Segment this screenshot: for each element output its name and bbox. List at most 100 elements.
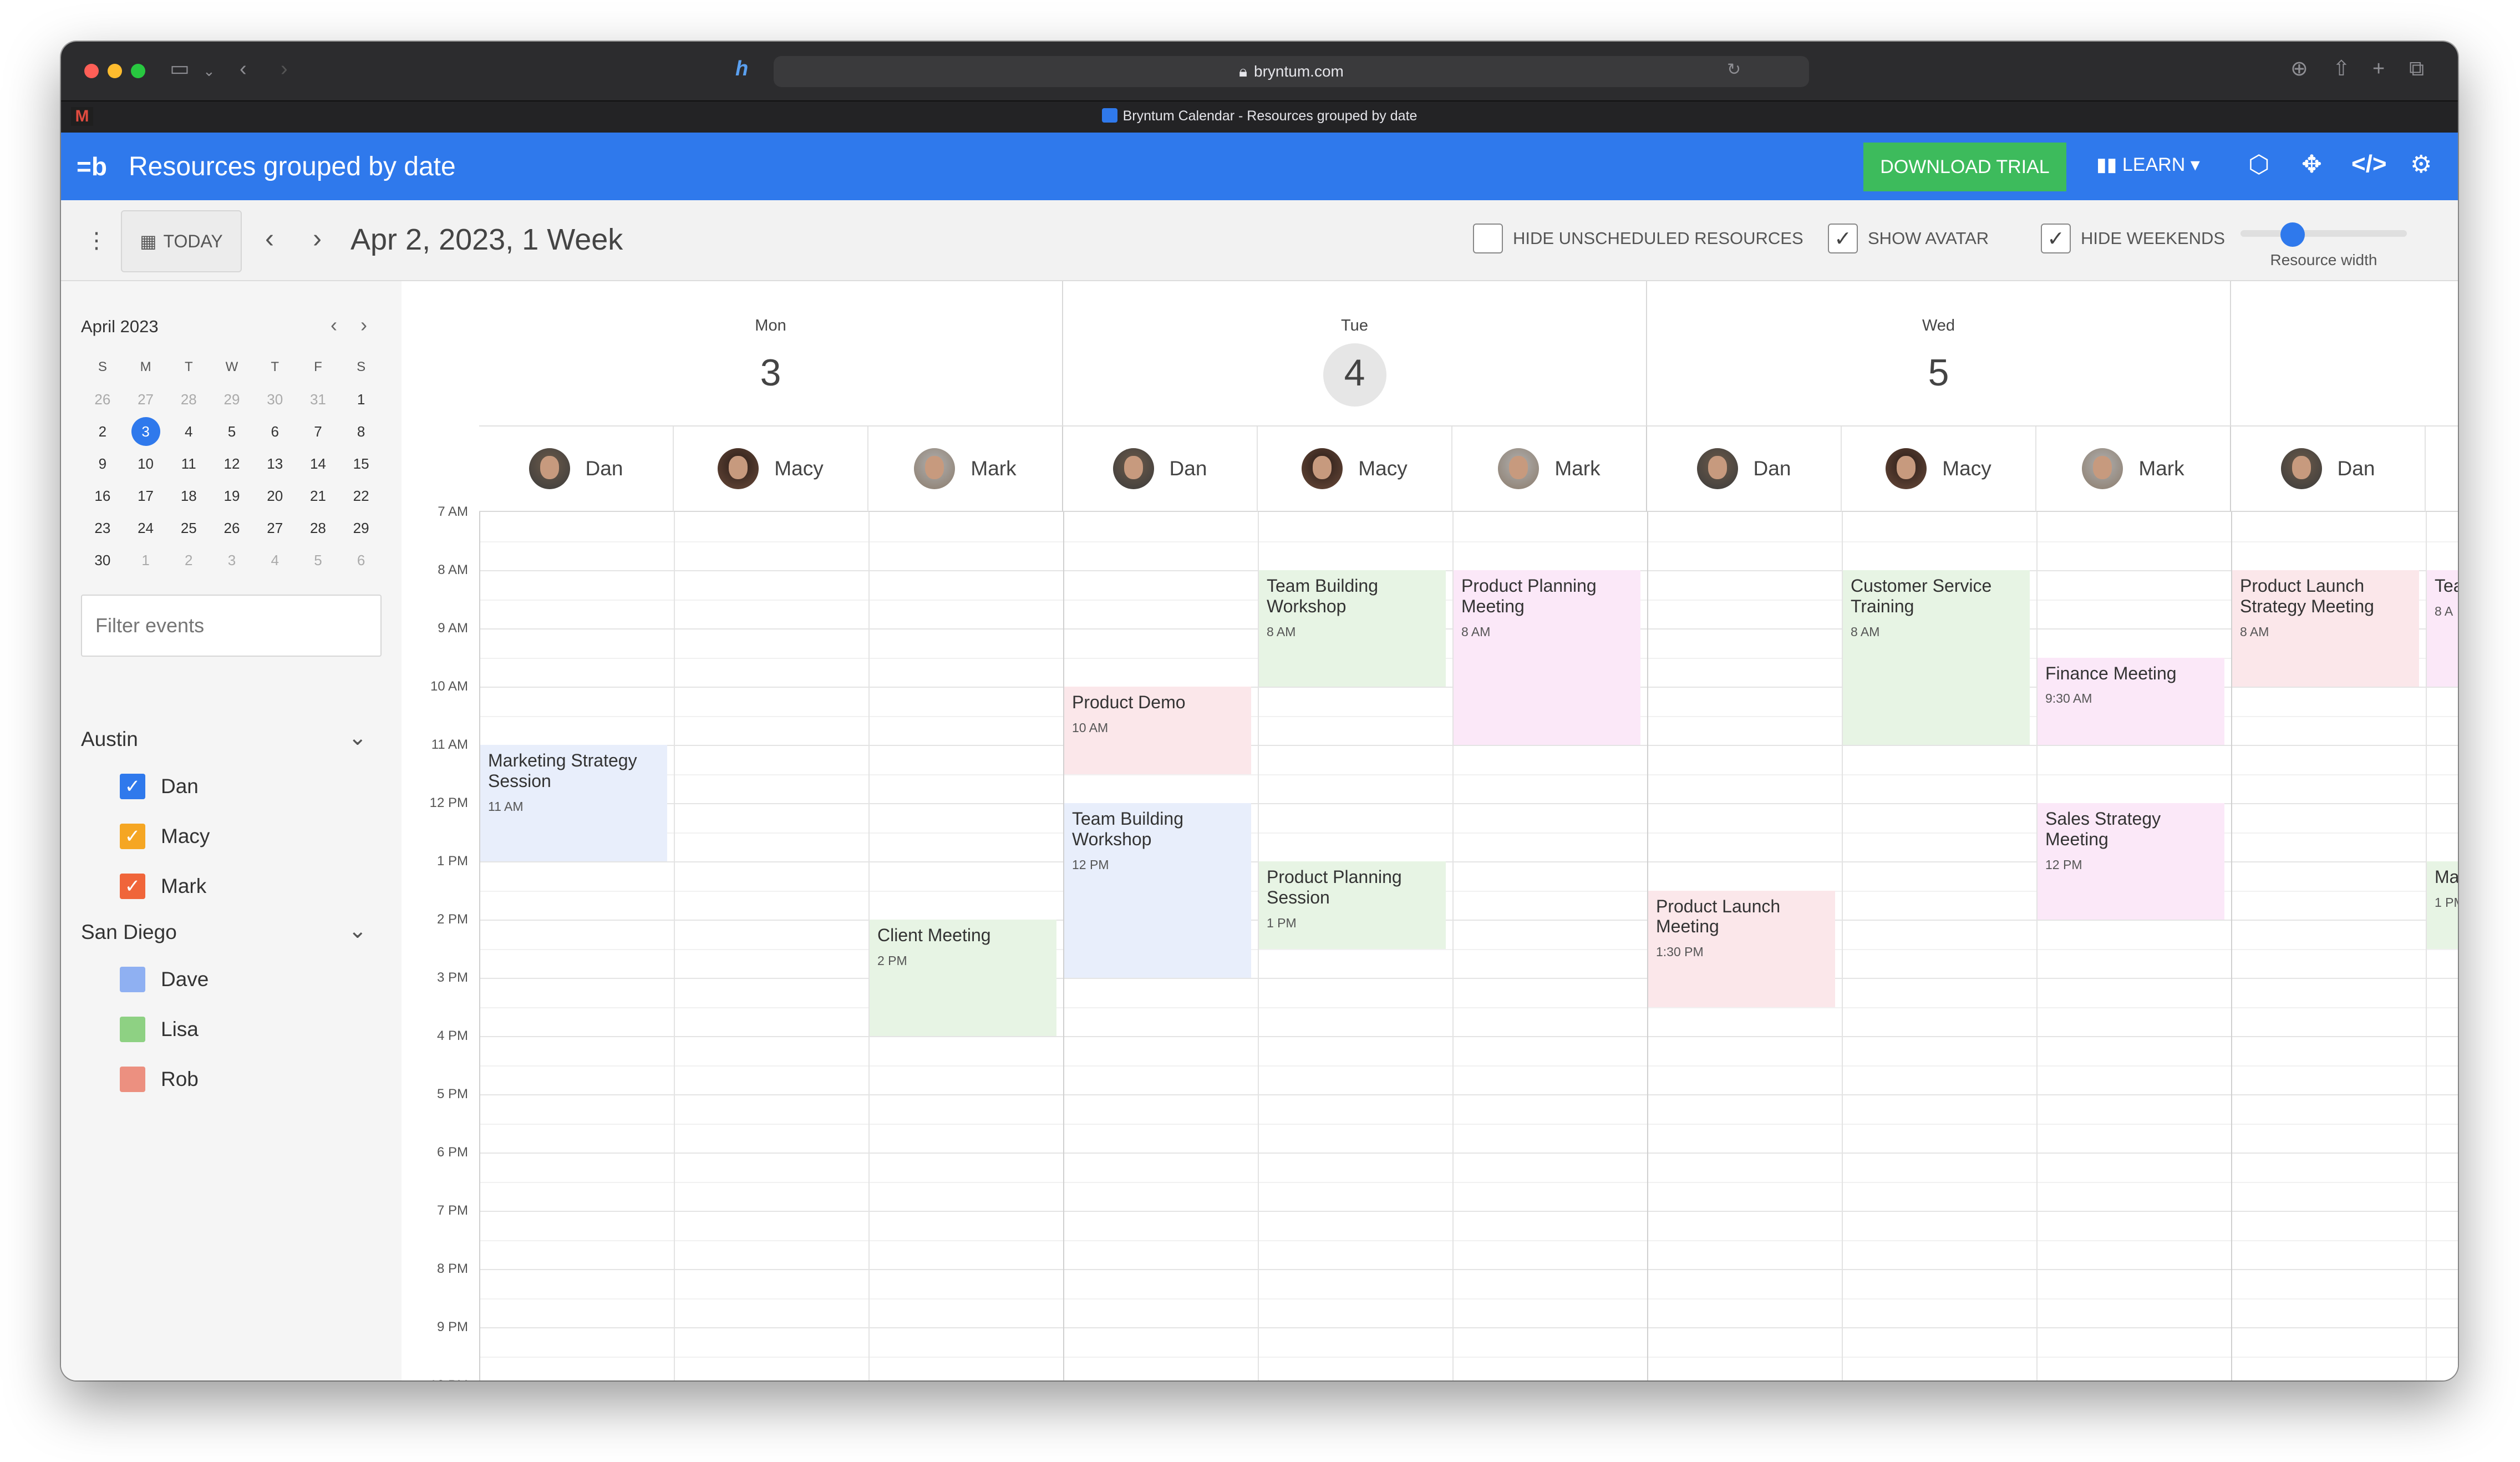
resource-column-header[interactable]: Dan xyxy=(1647,427,1842,512)
extension-icon[interactable]: h xyxy=(735,58,748,79)
chevron-down-icon[interactable]: ⌄ xyxy=(348,918,367,943)
hide-unscheduled-box[interactable] xyxy=(1473,224,1503,253)
calendar-event[interactable]: Team Building Workshop 12 PM xyxy=(1064,803,1251,978)
code-icon[interactable]: </> xyxy=(2351,150,2387,178)
resource-color-swatch[interactable] xyxy=(120,1017,145,1042)
calendar-event[interactable]: Product Planning Meeting 8 AM xyxy=(1454,570,1640,745)
mini-calendar-day[interactable]: 3 xyxy=(210,544,253,576)
day-header[interactable]: Mon 3 xyxy=(479,281,1063,427)
mini-calendar-next-button[interactable]: › xyxy=(360,313,367,337)
mini-calendar-day[interactable]: 28 xyxy=(167,383,210,415)
day-header[interactable]: Wed 5 xyxy=(1647,281,2231,427)
zoom-window-button[interactable] xyxy=(131,64,145,78)
slider-thumb[interactable] xyxy=(2280,222,2305,247)
chevron-down-icon[interactable]: ⌄ xyxy=(348,725,367,750)
mini-calendar-day[interactable]: 6 xyxy=(253,415,297,448)
resource-color-swatch[interactable] xyxy=(120,1067,145,1092)
mini-calendar-day[interactable]: 20 xyxy=(253,480,297,512)
resource-filter-lisa[interactable]: Lisa xyxy=(120,1017,199,1042)
learn-menu-button[interactable]: ▮▮ LEARN ▾ xyxy=(2096,154,2200,176)
mini-calendar-day[interactable]: 15 xyxy=(339,448,383,480)
filter-events-input[interactable] xyxy=(81,595,382,657)
mini-calendar-day[interactable]: 29 xyxy=(339,512,383,544)
mini-calendar-day[interactable]: 9 xyxy=(81,448,124,480)
mini-calendar-day[interactable]: 7 xyxy=(297,415,340,448)
mini-calendar-day[interactable]: 26 xyxy=(210,512,253,544)
mini-calendar-day[interactable]: 18 xyxy=(167,480,210,512)
mini-calendar-prev-button[interactable]: ‹ xyxy=(331,313,337,337)
calendar-event[interactable]: Team Building Workshop 8 AM xyxy=(1259,570,1446,687)
mini-calendar-day[interactable]: 16 xyxy=(81,480,124,512)
settings-gear-icon[interactable]: ⚙ xyxy=(2410,150,2432,179)
mini-calendar-day[interactable]: 27 xyxy=(253,512,297,544)
calendar-event[interactable]: Product Demo 10 AM xyxy=(1064,687,1251,774)
close-window-button[interactable] xyxy=(84,64,99,78)
next-week-button[interactable]: › xyxy=(313,224,322,254)
resource-column-header[interactable] xyxy=(2426,427,2458,512)
calendar-event[interactable]: Finance Meeting 9:30 AM xyxy=(2038,657,2224,745)
today-button[interactable]: ▦ TODAY xyxy=(121,210,242,272)
mini-calendar-day[interactable]: 25 xyxy=(167,512,210,544)
mini-calendar-day[interactable]: 5 xyxy=(297,544,340,576)
mini-calendar-day[interactable]: 12 xyxy=(210,448,253,480)
mini-calendar-day[interactable]: 13 xyxy=(253,448,297,480)
mini-calendar-day[interactable]: 22 xyxy=(339,480,383,512)
mini-calendar-day[interactable]: 31 xyxy=(297,383,340,415)
mini-calendar-day[interactable]: 21 xyxy=(297,480,340,512)
checkmark-icon[interactable]: ✓ xyxy=(120,774,145,799)
mini-calendar-day[interactable]: 6 xyxy=(339,544,383,576)
calendar-event[interactable]: Ma Ca 1 PM xyxy=(2427,861,2458,949)
mini-calendar-day[interactable]: 19 xyxy=(210,480,253,512)
previous-week-button[interactable]: ‹ xyxy=(265,224,274,254)
mini-calendar-day[interactable]: 10 xyxy=(124,448,167,480)
address-bar[interactable]: 🔒︎ bryntum.com xyxy=(774,56,1809,87)
mini-calendar-day[interactable]: 3 xyxy=(124,415,167,448)
checkmark-icon[interactable]: ✓ xyxy=(1828,224,1858,253)
mini-calendar-day[interactable]: 30 xyxy=(81,544,124,576)
forward-icon[interactable]: › xyxy=(281,58,288,79)
calendar-event[interactable]: Product Planning Session 1 PM xyxy=(1259,861,1446,949)
mini-calendar-day[interactable]: 1 xyxy=(339,383,383,415)
resource-filter-dave[interactable]: Dave xyxy=(120,967,209,992)
resource-column-header[interactable]: Dan xyxy=(479,427,674,512)
back-icon[interactable]: ‹ xyxy=(240,58,247,79)
mini-calendar-day[interactable]: 5 xyxy=(210,415,253,448)
checkmark-icon[interactable]: ✓ xyxy=(2041,224,2071,253)
mini-calendar-day[interactable]: 26 xyxy=(81,383,124,415)
mini-calendar-day[interactable]: 23 xyxy=(81,512,124,544)
minimize-window-button[interactable] xyxy=(108,64,122,78)
mini-calendar-day[interactable]: 4 xyxy=(167,415,210,448)
checkmark-icon[interactable]: ✓ xyxy=(120,874,145,899)
resource-color-swatch[interactable] xyxy=(120,967,145,992)
mini-calendar-day[interactable]: 4 xyxy=(253,544,297,576)
mini-calendar-day[interactable]: 29 xyxy=(210,383,253,415)
slider-track[interactable] xyxy=(2240,230,2407,237)
calendar-event[interactable]: Client Meeting 2 PM xyxy=(870,920,1056,1036)
share-icon[interactable]: ⇧ xyxy=(2333,58,2350,79)
sidebar-toggle-icon[interactable]: ▭ xyxy=(170,58,190,79)
mini-calendar-day[interactable]: 11 xyxy=(167,448,210,480)
mini-calendar-day[interactable]: 27 xyxy=(124,383,167,415)
resource-filter-macy[interactable]: ✓ Macy xyxy=(120,824,210,849)
fullscreen-icon[interactable]: ✥ xyxy=(2301,150,2322,179)
tab-overview-icon[interactable]: ⧉ xyxy=(2409,58,2424,79)
hide-weekends-checkbox[interactable]: ✓ HIDE WEEKENDS xyxy=(2041,224,2225,253)
calendar-event[interactable]: Product Launch Meeting 1:30 PM xyxy=(1648,890,1835,1007)
mini-calendar-day[interactable]: 30 xyxy=(253,383,297,415)
day-header[interactable] xyxy=(2231,281,2458,427)
resource-column-header[interactable]: Macy xyxy=(674,427,868,512)
resource-column-header[interactable]: Macy xyxy=(1258,427,1452,512)
resource-column-header[interactable]: Dan xyxy=(2231,427,2426,512)
codepen-icon[interactable]: ⬡ xyxy=(2248,150,2269,179)
day-header[interactable]: Tue 4 xyxy=(1063,281,1647,427)
resource-filter-rob[interactable]: Rob xyxy=(120,1067,199,1092)
checkmark-icon[interactable]: ✓ xyxy=(120,824,145,849)
show-avatar-checkbox[interactable]: ✓ SHOW AVATAR xyxy=(1828,224,1989,253)
active-tab[interactable]: Bryntum Calendar - Resources grouped by … xyxy=(61,108,2458,124)
resource-column-header[interactable]: Mark xyxy=(1452,427,1647,512)
mini-calendar-day[interactable]: 14 xyxy=(297,448,340,480)
mini-calendar-day[interactable]: 28 xyxy=(297,512,340,544)
resource-column-header[interactable]: Mark xyxy=(868,427,1063,512)
group-header-austin[interactable]: Austin xyxy=(81,728,138,751)
mini-calendar-day[interactable]: 24 xyxy=(124,512,167,544)
